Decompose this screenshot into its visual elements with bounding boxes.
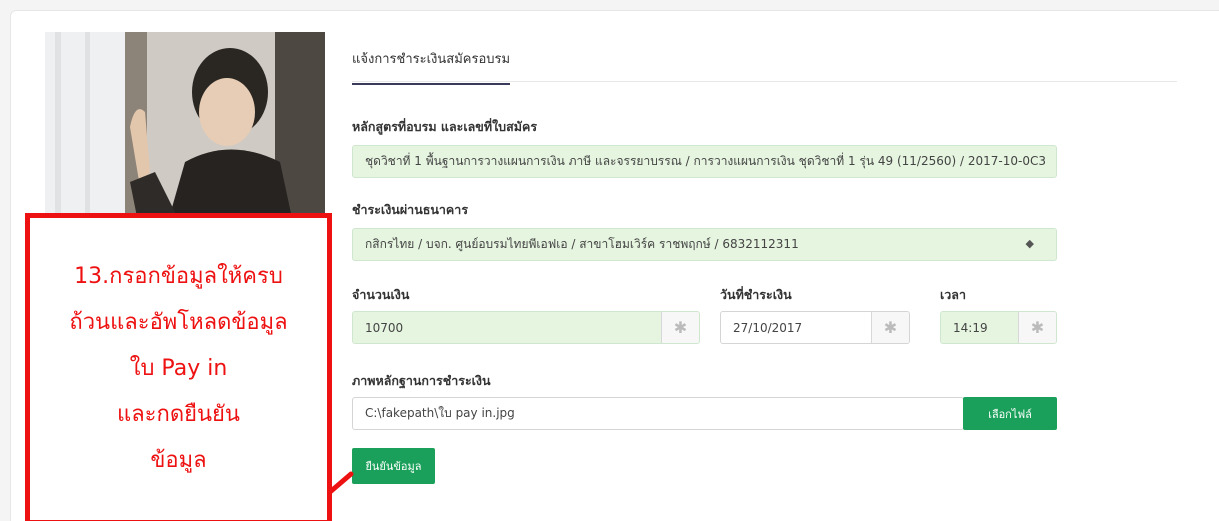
callout-line: 13.กรอกข้อมูลให้ครบ bbox=[74, 264, 283, 289]
amount-label: จำนวนเงิน bbox=[352, 287, 410, 302]
choose-file-button[interactable]: เลือกไฟล์ bbox=[963, 397, 1057, 430]
course-label: หลักสูตรที่อบรม และเลขที่ใบสมัคร bbox=[352, 119, 538, 134]
bank-select-value: กสิกรไทย / บจก. ศูนย์อบรมไทยพีเอฟเอ / สา… bbox=[365, 237, 799, 251]
amount-value: 10700 bbox=[365, 320, 404, 335]
asterisk-icon: ✱ bbox=[1018, 312, 1056, 343]
bank-label: ชำระเงินผ่านธนาคาร bbox=[352, 202, 469, 217]
evidence-label: ภาพหลักฐานการชำระเงิน bbox=[352, 373, 491, 388]
date-input[interactable]: 27/10/2017 ✱ bbox=[720, 311, 910, 344]
callout-line: ใบ Pay in bbox=[129, 356, 228, 381]
bank-select[interactable]: กสิกรไทย / บจก. ศูนย์อบรมไทยพีเอฟเอ / สา… bbox=[352, 228, 1057, 261]
course-select[interactable]: ชุดวิชาที่ 1 พื้นฐานการวางแผนการเงิน ภาษ… bbox=[352, 145, 1057, 178]
submit-button[interactable]: ยืนยันข้อมูล bbox=[352, 448, 435, 484]
sort-caret-icon: ◆ bbox=[1025, 237, 1034, 250]
time-label: เวลา bbox=[940, 287, 966, 302]
tab-payment-notice[interactable]: แจ้งการชำระเงินสมัครอบรม bbox=[352, 48, 511, 85]
callout-arrow-icon bbox=[327, 471, 354, 495]
asterisk-icon: ✱ bbox=[871, 312, 909, 343]
callout-line: และกดยืนยัน bbox=[117, 402, 240, 427]
amount-input[interactable]: 10700 ✱ bbox=[352, 311, 700, 344]
instruction-callout: 13.กรอกข้อมูลให้ครบ ถ้วนและอัพโหลดข้อมูล… bbox=[25, 213, 332, 521]
tab-bar: แจ้งการชำระเงินสมัครอบรม bbox=[352, 40, 1177, 85]
date-value: 27/10/2017 bbox=[733, 320, 803, 335]
callout-line: ข้อมูล bbox=[150, 448, 207, 473]
time-input[interactable]: 14:19 ✱ bbox=[940, 311, 1057, 344]
time-value: 14:19 bbox=[953, 320, 988, 335]
date-label: วันที่ชำระเงิน bbox=[720, 287, 792, 302]
profile-photo bbox=[45, 32, 325, 232]
asterisk-icon: ✱ bbox=[661, 312, 699, 343]
file-path-input[interactable]: C:\fakepath\ใบ pay in.jpg bbox=[352, 397, 964, 430]
callout-line: ถ้วนและอัพโหลดข้อมูล bbox=[69, 310, 288, 335]
